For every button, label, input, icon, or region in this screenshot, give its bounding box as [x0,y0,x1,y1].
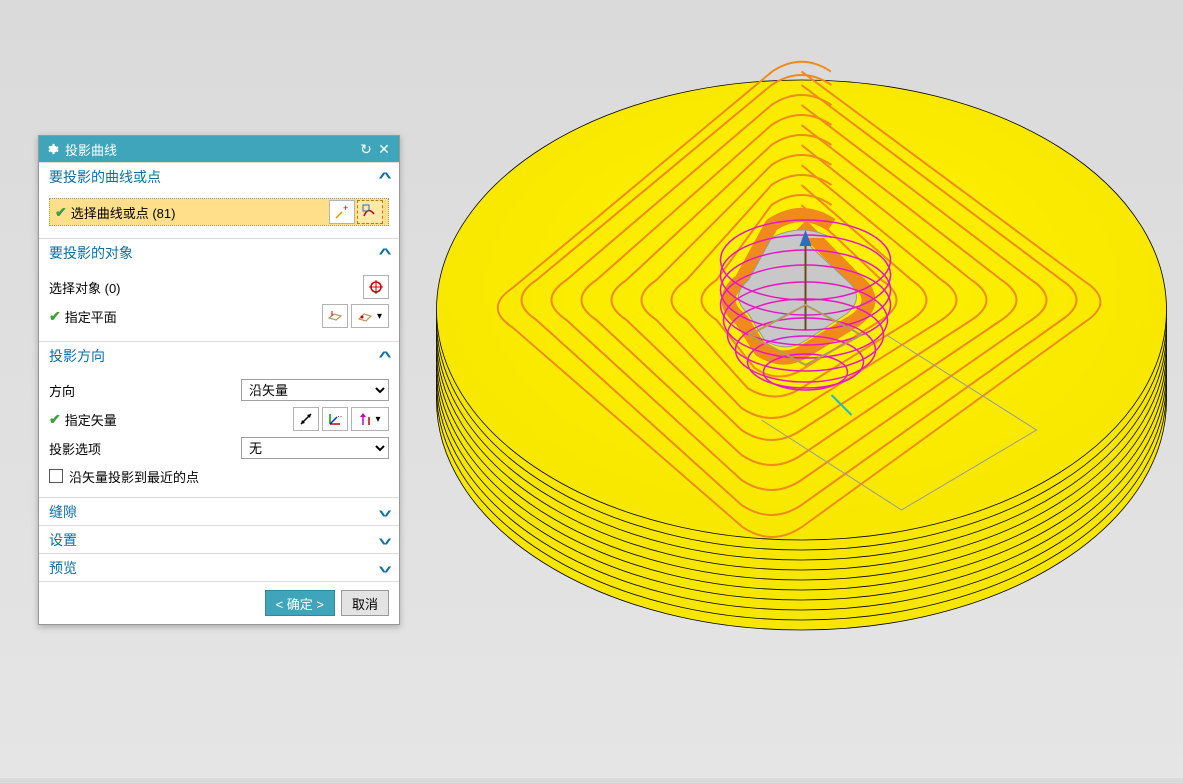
vector-dialog-icon[interactable]: … [322,407,348,431]
svg-text:+: + [343,204,348,213]
cancel-button[interactable]: 取消 [341,590,389,616]
projection-option-label: 投影选项 [49,439,101,458]
dropdown-arrow-icon: ▾ [375,414,380,425]
close-icon[interactable]: ✕ [375,141,393,158]
target-icon[interactable] [363,275,389,299]
chevron-down-icon: ^ [378,504,391,520]
check-icon: ✔ [49,411,61,428]
reverse-vector-icon[interactable] [293,407,319,431]
chevron-up-icon: ^ [378,245,391,261]
chevron-up-icon: ^ [378,169,391,185]
project-curve-dialog: 投影曲线 ↻ ✕ 要投影的曲线或点 ^ ✔ 选择曲线或点 (81) + 要投影的… [38,135,400,625]
section-curves-to-project[interactable]: 要投影的曲线或点 ^ [39,162,399,190]
plane-type-icon[interactable]: ▾ [351,304,389,328]
checkbox-icon[interactable] [49,469,63,483]
select-curve-row[interactable]: ✔ 选择曲线或点 (81) + [49,198,389,226]
chevron-down-icon: ^ [378,560,391,576]
nearest-point-label: 沿矢量投影到最近的点 [69,467,199,486]
dropdown-arrow-icon: ▾ [377,311,382,322]
nearest-point-checkbox-row[interactable]: 沿矢量投影到最近的点 [49,464,389,488]
section-settings[interactable]: 设置 ^ [39,525,399,553]
select-curve-label: 选择曲线或点 (81) [71,203,176,222]
check-icon: ✔ [49,308,61,325]
section-gap[interactable]: 缝隙 ^ [39,497,399,525]
dialog-title: 投影曲线 [65,140,357,159]
vector-type-icon[interactable]: ▾ [351,407,389,431]
dialog-titlebar[interactable]: 投影曲线 ↻ ✕ [39,136,399,162]
svg-text:…: … [337,411,343,419]
select-object-label: 选择对象 (0) [49,278,121,297]
gear-icon [45,142,59,156]
direction-label: 方向 [49,381,75,400]
reset-icon[interactable]: ↻ [357,141,375,158]
chevron-up-icon: ^ [378,348,391,364]
direction-select[interactable]: 沿矢量 [241,379,389,401]
section-objects-to-project[interactable]: 要投影的对象 ^ [39,238,399,266]
ok-button[interactable]: < 确定 > [265,590,335,616]
check-icon: ✔ [55,204,67,221]
model-viewport[interactable] [410,0,1183,778]
plane-dialog-icon[interactable] [322,304,348,328]
curve-selection-icon[interactable] [357,200,383,224]
projection-option-select[interactable]: 无 [241,437,389,459]
section-projection-direction[interactable]: 投影方向 ^ [39,341,399,369]
specify-vector-row[interactable]: ✔ 指定矢量 … ▾ [49,406,389,432]
section-preview[interactable]: 预览 ^ [39,553,399,581]
specify-plane-label: 指定平面 [65,307,117,326]
chevron-down-icon: ^ [378,532,391,548]
specify-vector-label: 指定矢量 [65,410,117,429]
select-object-row[interactable]: 选择对象 (0) [49,274,389,300]
add-selection-icon[interactable]: + [329,200,355,224]
specify-plane-row[interactable]: ✔ 指定平面 ▾ [49,303,389,329]
